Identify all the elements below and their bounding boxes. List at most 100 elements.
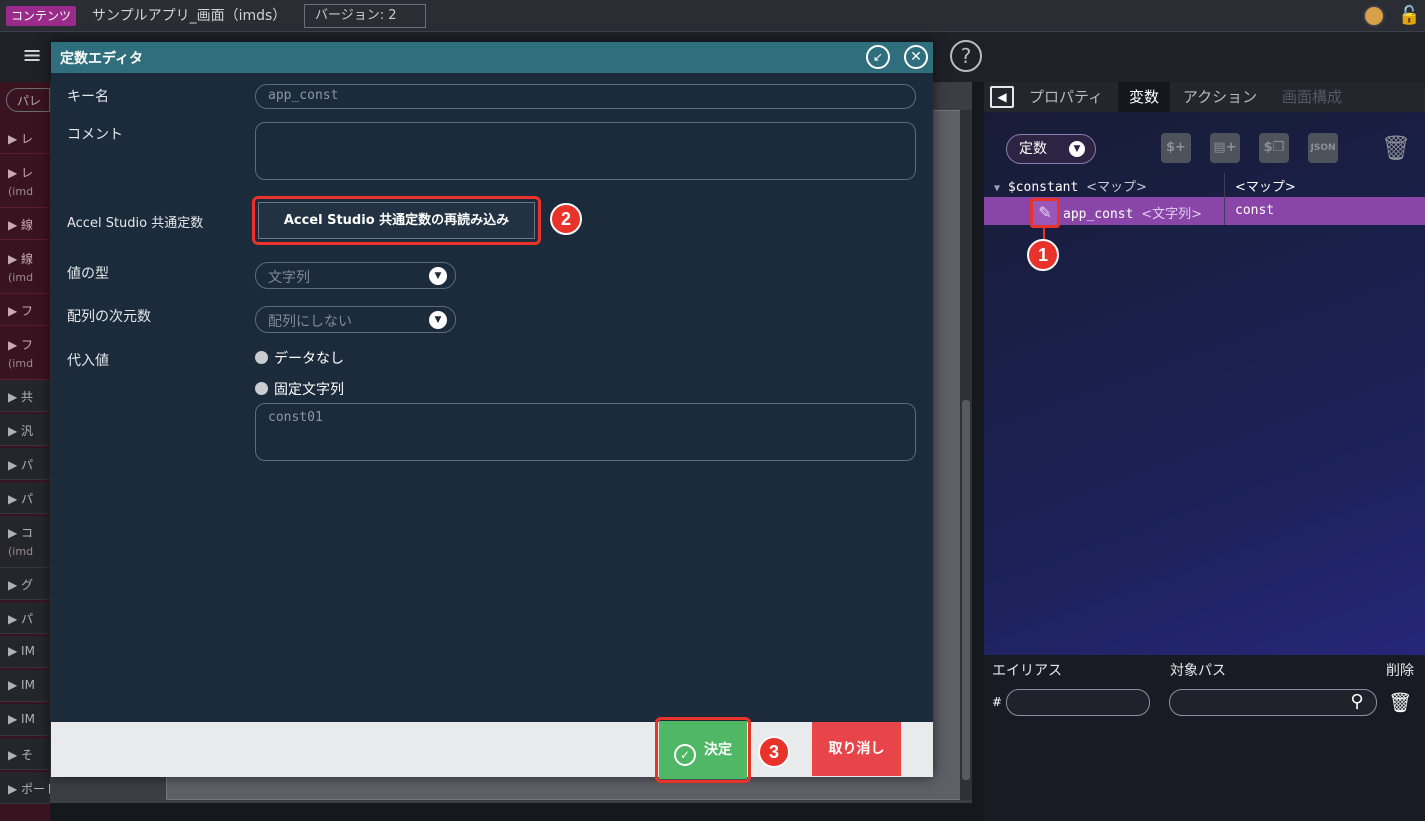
palette-item[interactable]: ▶ パ [0,602,50,634]
palette-item[interactable]: ▶ IM [0,670,50,702]
palette-item[interactable]: ▶ 共 [0,380,50,412]
tree-column-divider [1224,173,1225,225]
alias-trash-icon[interactable]: 🗑 [1388,689,1412,717]
menu-logo-icon[interactable]: ≡ [22,40,52,70]
tree-root-value-type: <マップ> [1235,180,1296,195]
palette-item-label: IM [21,678,35,692]
radio-button[interactable] [255,382,268,395]
tree-root[interactable]: ▼ $constant <マップ> [994,176,1147,195]
palette-item[interactable]: ▶ 線 [0,208,50,240]
value-type-value: 文字列 [268,270,310,286]
palette-item[interactable]: ▶ ポートレット [0,772,50,804]
tab-variables[interactable]: 変数 [1118,82,1170,112]
fixed-string-textarea[interactable]: const01 [255,403,916,461]
key-name-label: キー名 [67,89,109,105]
comment-textarea[interactable] [255,122,916,180]
radio-no-data[interactable]: データなし [255,348,344,368]
tree-row-value: const [1235,203,1275,218]
tree-root-name: $constant [1007,180,1079,195]
expand-arrow-icon[interactable]: ▼ [994,183,1000,194]
palette-item-label: 線 [21,252,34,266]
palette-item[interactable]: ▶ IM [0,704,50,736]
version-box: バージョン: 2 [304,4,426,28]
array-dims-select[interactable]: 配列にしない ▼ [255,306,456,333]
canvas-scrollbar-thumb[interactable] [962,400,970,780]
palette-item-label: 線 [21,218,34,232]
palette-item-sub: (imd [8,185,34,198]
lock-icon[interactable]: 🔓 [1398,4,1420,28]
alias-input[interactable] [1006,689,1150,716]
palette-item[interactable]: ▶ レ (imd [0,156,50,208]
step-badge-1: 1 [1027,239,1059,271]
palette-item[interactable]: ▶ フ [0,294,50,326]
palette-item[interactable]: ▶ レ [0,122,50,154]
chevron-down-icon: ▼ [429,311,447,329]
row-key-type: <文字列> [1141,207,1203,222]
search-icon[interactable]: ⚲ [1344,689,1370,715]
palette-item-label: そ [21,748,34,762]
tab-actions[interactable]: アクション [1172,82,1268,112]
reload-common-constants-frame: Accel Studio 共通定数の再読み込み [252,196,541,245]
palette-item[interactable]: ▶ パ [0,448,50,480]
panel-toggle-icon[interactable]: ◀ [990,86,1014,108]
delete-label: 削除 [1386,663,1414,679]
edit-pencil-icon[interactable]: ✎ [1030,198,1060,228]
palette-search-input[interactable]: パレ [6,88,50,112]
palette-item[interactable]: ▶ パ [0,482,50,514]
content-badge: コンテンツ [6,6,77,26]
target-path-label: 対象パス [1170,663,1226,679]
value-type-select[interactable]: 文字列 ▼ [255,262,456,289]
json-icon[interactable]: JSON [1308,133,1338,163]
palette-sidebar: ▶ レ ▶ レ (imd ▶ 線 ▶ 線 (imd ▶ フ ▶ フ (imd ▶ 共 ▶ 汎 ▶ パ ▶… [0,82,50,821]
reload-common-constants-button[interactable]: Accel Studio 共通定数の再読み込み [258,202,535,239]
step-1-connector [1043,226,1045,240]
value-type-label: 値の型 [67,266,109,282]
array-dims-label: 配列の次元数 [67,309,151,325]
add-constant-icon[interactable]: $+ [1161,133,1191,163]
palette-item[interactable]: ▶ 汎 [0,414,50,446]
row-key-name: app_const [1063,207,1134,222]
palette-item-label: パ [21,458,34,472]
palette-item[interactable]: ▶ フ (imd [0,328,50,380]
chevron-down-icon: ▼ [429,267,447,285]
chevron-down-icon: ▼ [1069,141,1085,157]
add-item-icon[interactable]: ▤+ [1210,133,1240,163]
user-avatar[interactable] [1363,5,1385,27]
variable-type-dropdown[interactable]: 定数 ▼ [1006,134,1096,164]
key-name-input[interactable]: app_const [255,84,916,109]
app-title: サンプルアプリ_画面（imds） [92,8,287,24]
radio-fixed-string-label: 固定文字列 [274,382,344,398]
help-icon[interactable]: ? [950,40,982,72]
palette-item[interactable]: ▶ IM [0,636,50,668]
palette-item-label: フ [21,338,34,352]
close-icon[interactable]: ✕ [904,45,928,69]
trash-icon[interactable]: 🗑 [1381,131,1411,165]
check-circle-icon: ✓ [674,744,696,766]
palette-item[interactable]: ▶ 線 (imd [0,242,50,294]
radio-fixed-string[interactable]: 固定文字列 [255,379,344,399]
palette-item[interactable]: ▶ グ [0,568,50,600]
step-badge-2: 2 [550,203,582,235]
tab-screen-structure[interactable]: 画面構成 [1270,82,1354,112]
radio-button[interactable] [255,351,268,364]
ok-button[interactable]: ✓ 決定 [659,721,747,779]
array-dims-value: 配列にしない [268,314,352,330]
palette-item-label: グ [21,578,34,592]
cancel-button[interactable]: 取り消し [812,722,901,776]
collapse-icon[interactable]: ↙ [866,45,890,69]
tree-root-type: <マップ> [1086,180,1147,195]
tab-properties[interactable]: プロパティ [1018,82,1114,112]
dialog-header[interactable] [51,42,933,73]
palette-item-label: ポートレット [21,782,50,796]
palette-item-sub: (imd [8,357,34,370]
dropdown-label: 定数 [1019,141,1047,157]
palette-item-label: IM [21,712,35,726]
tree-row-key: app_const <文字列> [1063,203,1202,222]
palette-item[interactable]: ▶ コ (imd [0,516,50,568]
palette-item-label: コ [21,526,34,540]
copy-constant-icon[interactable]: $❐ [1259,133,1289,163]
palette-item[interactable]: ▶ そ [0,738,50,770]
radio-no-data-label: データなし [274,351,344,367]
palette-item-label: パ [21,492,34,506]
palette-item-label: レ [21,132,34,146]
